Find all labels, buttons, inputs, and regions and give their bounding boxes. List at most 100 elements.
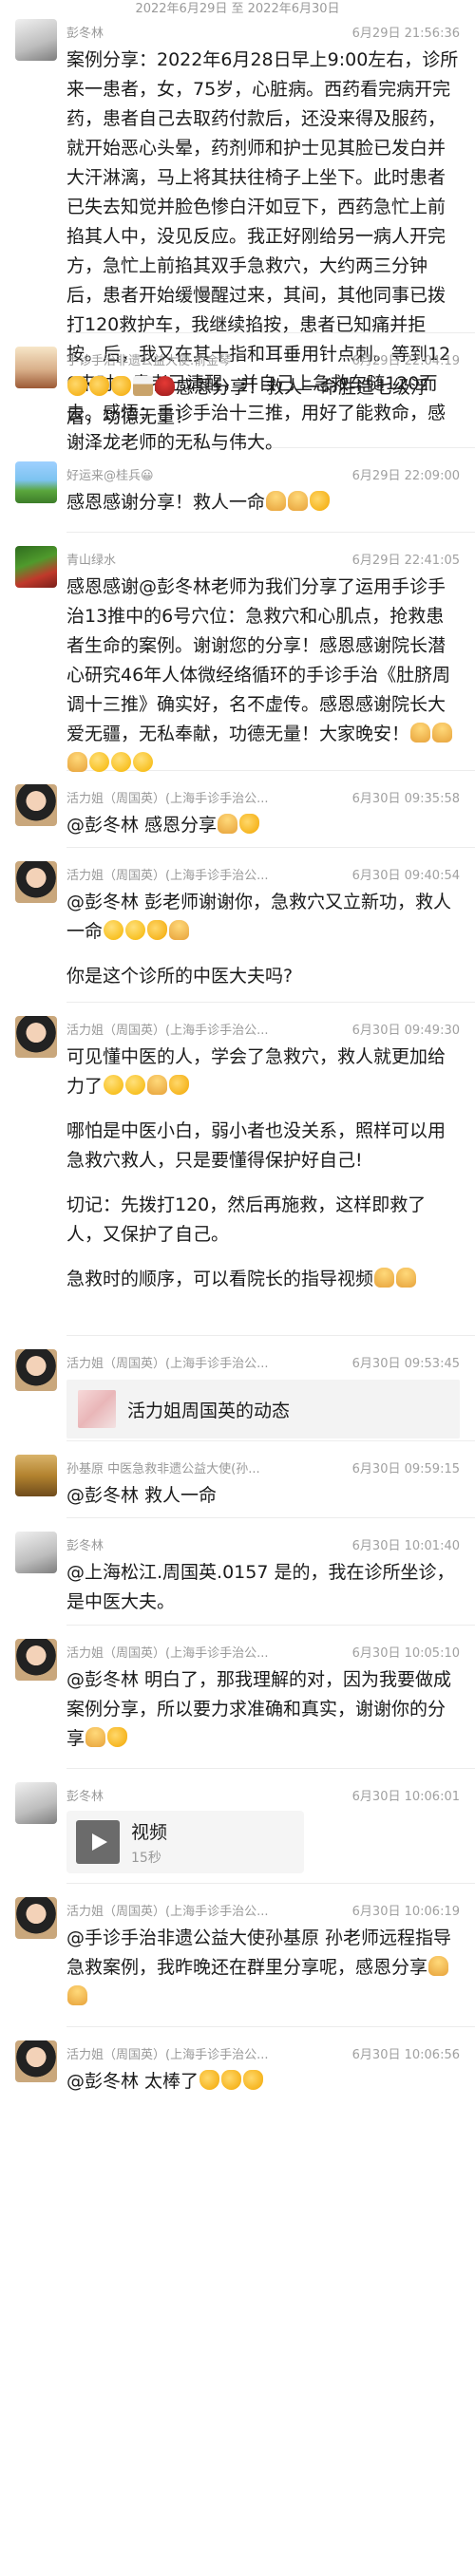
folded-hands-icon xyxy=(266,491,287,511)
card-thumbnail xyxy=(78,1390,116,1428)
video-duration: 15秒 xyxy=(131,1850,162,1866)
sender-name: 孙基原 中医急救非遗公益大使(孙... xyxy=(66,1461,260,1476)
message-text: @彭冬林 太棒了 xyxy=(66,2065,460,2097)
thumbs-up-icon xyxy=(169,1075,190,1095)
message-text: 可见懂中医的人，学会了急救穴，救人就更加给力了 哪怕是中医小白，弱小者也没关系，… xyxy=(66,1046,446,1289)
thumbs-up-icon xyxy=(89,376,109,396)
folded-hands-icon xyxy=(396,1268,417,1288)
message-text: @手诊手治非遗公益大使孙基原 孙老师远程指导急救案例，我昨晚还在群里分享呢，感恩… xyxy=(66,1922,460,2012)
sender-name: 彭冬林 xyxy=(66,1538,104,1553)
cake-icon xyxy=(133,376,153,396)
message-item[interactable]: 活力姐（周国英）(上海手诊手治公... 6月30日 10:06:19 @手诊手治… xyxy=(0,1884,475,2026)
folded-hands-icon xyxy=(67,1985,87,2005)
message-time: 6月30日 10:06:56 xyxy=(352,2047,460,2062)
avatar[interactable] xyxy=(15,1782,57,1824)
avatar[interactable] xyxy=(15,1532,57,1573)
avatar[interactable] xyxy=(15,1349,57,1391)
message-item[interactable]: 活力姐（周国英）(上海手诊手治公... 6月30日 09:53:45 活力姐周国… xyxy=(0,1336,475,1440)
folded-hands-icon xyxy=(147,1075,168,1095)
card-title: 活力姐周国英的动态 xyxy=(127,1400,291,1421)
message-text: @彭冬林 感恩分享 xyxy=(66,809,460,840)
sender-name: 活力姐（周国英）(上海手诊手治公... xyxy=(66,2047,269,2062)
avatar[interactable] xyxy=(15,1639,57,1681)
message-time: 6月30日 10:01:40 xyxy=(352,1538,460,1553)
sender-name: 好运来@桂兵😀 xyxy=(66,468,154,483)
thumbs-up-icon xyxy=(243,2070,264,2090)
avatar[interactable] xyxy=(15,347,57,388)
folded-hands-icon xyxy=(67,752,87,772)
moments-share-card[interactable]: 活力姐周国英的动态 xyxy=(66,1380,460,1438)
video-thumbnail[interactable] xyxy=(76,1820,120,1864)
message-time: 6月29日 21:56:36 xyxy=(352,26,460,41)
message-item[interactable]: 活力姐（周国英）(上海手诊手治公... 6月30日 09:35:58 @彭冬林 … xyxy=(0,771,475,847)
folded-hands-icon xyxy=(410,723,431,743)
thumbs-up-icon xyxy=(147,920,168,940)
sender-name: 活力姐（周国英）(上海手诊手治公... xyxy=(66,1356,269,1371)
avatar[interactable] xyxy=(15,546,57,588)
smiling-face-icon xyxy=(125,1075,146,1095)
thumbs-up-icon xyxy=(239,814,260,834)
avatar[interactable] xyxy=(15,461,57,503)
date-range: 2022年6月29日 至 2022年6月30日 xyxy=(135,2,340,16)
smiling-face-icon xyxy=(104,1075,124,1095)
message-time: 6月30日 09:40:54 xyxy=(352,868,460,883)
folded-hands-icon xyxy=(432,723,453,743)
message-item[interactable]: 彭冬林 6月30日 10:01:40 @上海松江.周国英.0157 是的，我在诊… xyxy=(0,1518,475,1625)
message-item[interactable]: 活力姐（周国英）(上海手诊手治公... 6月30日 09:40:54 @彭冬林 … xyxy=(0,848,475,1002)
message-text: @彭冬林 明白了，那我理解的对，因为我要做成案例分享，所以要力求准确和真实，谢谢… xyxy=(66,1669,452,1749)
message-text: 感恩感谢分享！救人一命 xyxy=(66,486,460,517)
avatar[interactable] xyxy=(15,861,57,903)
folded-hands-icon xyxy=(374,1268,395,1288)
message-item[interactable]: 活力姐（周国英）(上海手诊手治公... 6月30日 10:06:56 @彭冬林 … xyxy=(0,2027,475,2113)
message-time: 6月30日 10:05:10 xyxy=(352,1645,460,1661)
sender-name: 活力姐（周国英）(上海手诊手治公... xyxy=(66,1904,269,1919)
sender-name: 活力姐（周国英）(上海手诊手治公... xyxy=(66,1023,269,1038)
sender-name: 彭冬林 xyxy=(66,26,104,41)
message-time: 6月30日 09:53:45 xyxy=(352,1356,460,1371)
message-item[interactable]: 青山绿水 6月29日 22:41:05 感恩感谢@彭冬林老师为我们分享了运用手诊… xyxy=(0,533,475,772)
avatar[interactable] xyxy=(15,1016,57,1058)
avatar[interactable] xyxy=(15,1897,57,1939)
message-item[interactable]: 彭冬林 6月29日 21:56:36 案例分享：2022年6月28日早上9:00… xyxy=(0,19,475,453)
smiling-face-icon xyxy=(111,752,131,772)
play-icon xyxy=(92,1833,107,1851)
video-title: 视频 xyxy=(131,1821,168,1843)
message-time: 6月30日 10:06:19 xyxy=(352,1904,460,1919)
folded-hands-icon xyxy=(428,1956,449,1976)
thumbs-up-icon xyxy=(221,2070,242,2090)
avatar[interactable] xyxy=(15,19,57,61)
message-time: 6月30日 09:59:15 xyxy=(352,1461,460,1476)
message-time: 6月30日 10:06:01 xyxy=(352,1789,460,1804)
sender-name: 活力姐（周国英）(上海手诊手治公... xyxy=(66,791,269,806)
message-time: 6月30日 09:35:58 xyxy=(352,791,460,806)
sender-name: 活力姐（周国英）(上海手诊手治公... xyxy=(66,1645,269,1661)
avatar[interactable] xyxy=(15,1455,57,1496)
message-time: 6月30日 09:49:30 xyxy=(352,1023,460,1038)
sender-name: 活力姐（周国英）(上海手诊手治公... xyxy=(66,868,269,883)
message-item[interactable]: 活力姐（周国英）(上海手诊手治公... 6月30日 10:05:10 @彭冬林 … xyxy=(0,1626,475,1768)
message-item[interactable]: 活力姐（周国英）(上海手诊手治公... 6月30日 09:49:30 可见懂中医… xyxy=(0,1003,475,1335)
thumbs-up-icon xyxy=(67,376,87,396)
avatar[interactable] xyxy=(15,2040,57,2082)
message-item[interactable]: 彭冬林 6月30日 10:06:01 视频 15秒 xyxy=(0,1769,475,1883)
video-message[interactable]: 视频 15秒 xyxy=(66,1811,304,1873)
smiling-face-icon xyxy=(133,752,153,772)
thumbs-up-icon xyxy=(107,1727,128,1747)
sender-name: 青山绿水 xyxy=(66,553,117,568)
smiling-face-icon xyxy=(125,920,146,940)
folded-hands-icon xyxy=(288,491,309,511)
message-item[interactable]: 孙基原 中医急救非遗公益大使(孙... 6月30日 09:59:15 @彭冬林 … xyxy=(0,1441,475,1517)
message-item[interactable]: 手诊手治非遗公益大使.俞金琴 6月29日 22:04:19 感恩分享！救人一命胜… xyxy=(0,333,475,447)
message-text: @上海松江.周国英.0157 是的，我在诊所坐诊，是中医大夫。 xyxy=(66,1562,455,1612)
message-text: @彭冬林 救人一命 xyxy=(66,1485,218,1506)
thumbs-up-icon xyxy=(111,376,131,396)
message-time: 6月29日 22:41:05 xyxy=(352,553,460,568)
thumbs-up-icon xyxy=(200,2070,220,2090)
message-text: 感恩分享！救人一命胜造七级浮屠，功德无量！ xyxy=(66,376,429,427)
avatar[interactable] xyxy=(15,784,57,826)
folded-hands-icon xyxy=(218,814,238,834)
message-time: 6月29日 22:09:00 xyxy=(352,468,460,483)
message-text: 感恩感谢@彭冬林老师为我们分享了运用手诊手治13推中的6号穴位：急救穴和心肌点，… xyxy=(66,571,460,779)
message-item[interactable]: 好运来@桂兵😀 6月29日 22:09:00 感恩感谢分享！救人一命 xyxy=(0,448,475,532)
sender-name: 手诊手治非遗公益大使.俞金琴 xyxy=(66,353,232,368)
